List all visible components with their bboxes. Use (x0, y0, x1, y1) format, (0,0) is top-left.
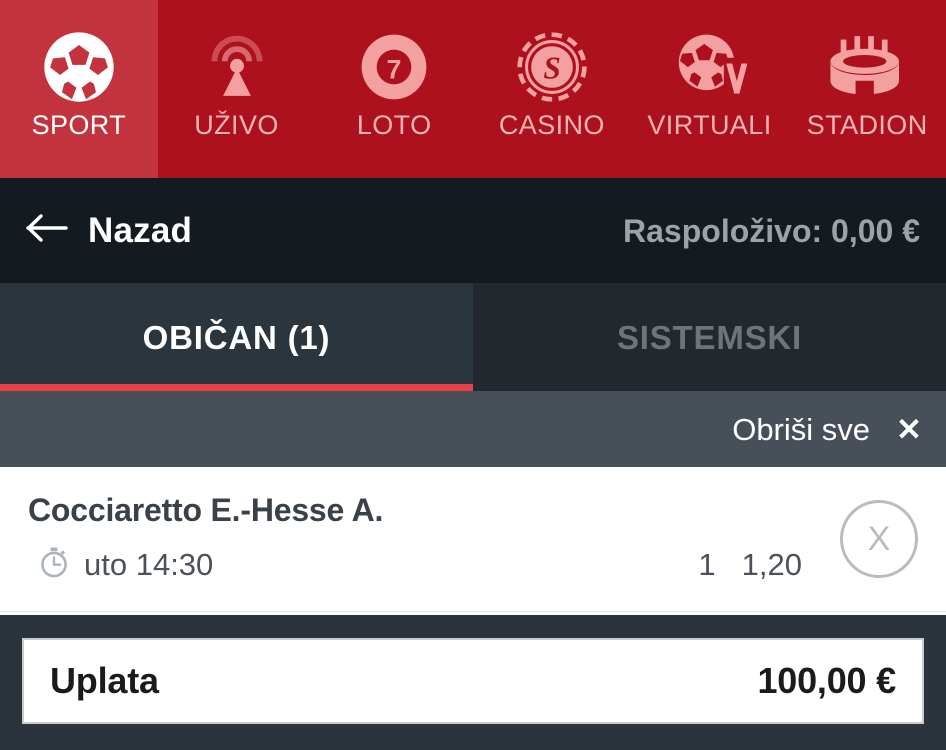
betslip-tabs: OBIČAN (1) SISTEMSKI (0, 283, 946, 391)
stake-input[interactable]: Uplata 100,00 € (22, 637, 924, 724)
back-button[interactable]: Nazad (26, 212, 192, 249)
stake-value: 100,00 € (757, 659, 896, 701)
betslip-screen: SPORT UŽIVO 7 LOTO S CASINO VIRTUALI STA… (0, 0, 946, 750)
nav-item-label: VIRTUALI (647, 110, 772, 140)
tab-label: SISTEMSKI (616, 318, 803, 356)
bet-pick-and-odds: 1 1,20 (698, 549, 802, 580)
nav-item-label: UŽIVO (194, 110, 279, 140)
bet-details: uto 14:30 1 1,20 (28, 546, 922, 583)
stadium-icon (827, 24, 907, 110)
remove-x-icon: X (867, 520, 891, 558)
nav-item-label: CASINO (498, 110, 605, 140)
back-button-label: Nazad (88, 211, 193, 250)
bet-pick: 1 (698, 547, 716, 583)
broadcast-icon (200, 24, 274, 110)
arrow-left-icon (26, 212, 70, 249)
bet-start-time: uto 14:30 (28, 546, 213, 583)
stopwatch-icon (38, 546, 70, 583)
betslip-toolbar: Obriši sve ✕ (0, 391, 946, 467)
stake-label: Uplata (50, 659, 159, 701)
nav-item-uzivo[interactable]: UŽIVO (158, 0, 316, 178)
casino-chip-icon: S (515, 24, 589, 110)
nav-item-loto[interactable]: 7 LOTO (315, 0, 473, 178)
remove-selection-button[interactable]: X (840, 500, 918, 578)
betslip-row[interactable]: Cocciaretto E.-Hesse A. uto 14:30 1 1,20… (0, 467, 946, 612)
svg-text:S: S (543, 51, 560, 86)
bet-start-time-text: uto 14:30 (84, 547, 214, 583)
nav-item-sport[interactable]: SPORT (0, 0, 158, 178)
close-x-icon[interactable]: ✕ (896, 414, 924, 445)
nav-item-virtuali[interactable]: VIRTUALI (631, 0, 789, 178)
nav-item-casino[interactable]: S CASINO (473, 0, 631, 178)
nav-item-label: STADION (806, 110, 928, 140)
tab-sistemski[interactable]: SISTEMSKI (473, 283, 946, 391)
svg-text:7: 7 (387, 55, 402, 85)
primary-navigation: SPORT UŽIVO 7 LOTO S CASINO VIRTUALI STA… (0, 0, 946, 178)
nav-item-label: SPORT (31, 110, 127, 140)
soccer-ball-icon (42, 24, 116, 110)
virtual-sport-icon (673, 24, 747, 110)
tab-obican[interactable]: OBIČAN (1) (0, 283, 473, 391)
tab-label: OBIČAN (1) (142, 318, 331, 356)
betslip-selection-list: Cocciaretto E.-Hesse A. uto 14:30 1 1,20… (0, 467, 946, 615)
nav-item-label: LOTO (356, 110, 432, 140)
bet-event-name: Cocciaretto E.-Hesse A. (28, 492, 384, 528)
clear-all-button[interactable]: Obriši sve (732, 414, 870, 445)
lotto-ball-7-icon: 7 (357, 24, 431, 110)
bet-odds: 1,20 (741, 547, 802, 583)
stake-footer: Uplata 100,00 € (0, 615, 946, 750)
nav-item-stadion[interactable]: STADION (788, 0, 946, 178)
page-header-bar: Nazad Raspoloživo: 0,00 € (0, 178, 946, 283)
balance-display: Raspoloživo: 0,00 € (623, 212, 920, 249)
